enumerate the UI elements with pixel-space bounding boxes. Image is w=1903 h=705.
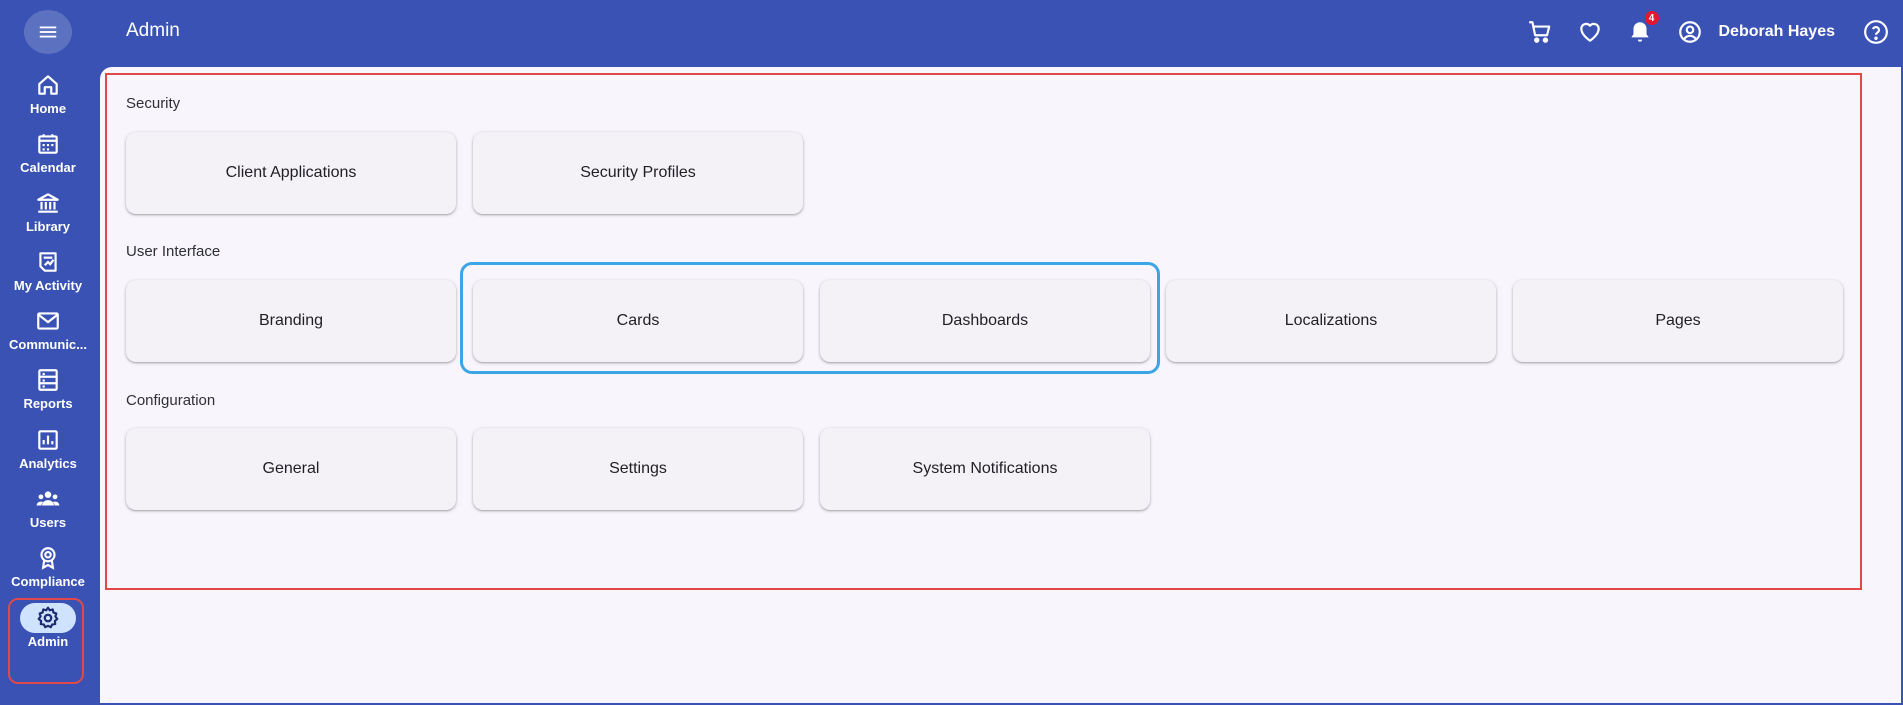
sidebar-item-label: My Activity: [13, 278, 83, 293]
sidebar-item-label: Reports: [23, 396, 73, 411]
sidebar-item-library[interactable]: Library: [0, 188, 96, 244]
sidebar-item-label: Communic...: [8, 337, 87, 352]
analytics-icon: [20, 425, 76, 455]
header-actions: 4 Deborah Hayes: [1515, 0, 1903, 64]
sidebar-item-analytics[interactable]: Analytics: [0, 425, 96, 481]
cards-card[interactable]: Cards: [473, 280, 803, 362]
security-profiles-card[interactable]: Security Profiles: [473, 132, 803, 214]
calendar-icon: [20, 129, 76, 159]
activity-icon: [20, 247, 76, 277]
main-content: Security Client Applications Security Pr…: [100, 67, 1901, 703]
branding-card[interactable]: Branding: [126, 280, 456, 362]
app-window: Home Calendar Library My Activity Commun: [0, 0, 1903, 705]
sidebar-item-communications[interactable]: Communic...: [0, 306, 96, 362]
reports-icon: [20, 365, 76, 395]
cart-icon: [1528, 21, 1550, 43]
sidebar-item-reports[interactable]: Reports: [0, 365, 96, 421]
admin-highlight-box: [8, 598, 84, 684]
cart-button[interactable]: [1525, 17, 1555, 47]
users-icon: [20, 484, 76, 514]
client-applications-card[interactable]: Client Applications: [126, 132, 456, 214]
heart-icon: [1579, 22, 1600, 42]
section-title-user-interface: User Interface: [126, 243, 221, 260]
top-app-bar: Admin 4 Deborah Hayes: [96, 0, 1903, 66]
section-title-configuration: Configuration: [126, 392, 216, 409]
user-name[interactable]: Deborah Hayes: [1719, 23, 1836, 41]
sidebar-item-label: Calendar: [20, 160, 76, 175]
home-icon: [20, 70, 76, 100]
mail-icon: [20, 306, 76, 336]
sidebar-item-label: Home: [29, 101, 67, 116]
sidebar-item-compliance[interactable]: Compliance: [0, 543, 96, 599]
dashboards-card[interactable]: Dashboards: [820, 280, 1150, 362]
settings-card[interactable]: Settings: [473, 428, 803, 510]
hamburger-menu-icon: [39, 26, 57, 38]
localizations-card[interactable]: Localizations: [1166, 280, 1496, 362]
library-icon: [20, 188, 76, 218]
system-notifications-card[interactable]: System Notifications: [820, 428, 1150, 510]
sidebar-item-users[interactable]: Users: [0, 484, 96, 540]
account-button[interactable]: [1675, 17, 1705, 47]
sidebar-item-label: Library: [25, 219, 71, 234]
pages-card[interactable]: Pages: [1513, 280, 1843, 362]
help-button[interactable]: [1861, 17, 1891, 47]
sidebar-item-my-activity[interactable]: My Activity: [0, 247, 96, 303]
general-card[interactable]: General: [126, 428, 456, 510]
account-circle-icon: [1678, 21, 1701, 43]
section-title-security: Security: [126, 95, 181, 112]
notifications-button[interactable]: 4: [1625, 11, 1659, 47]
sidebar-item-home[interactable]: Home: [0, 70, 96, 126]
sidebar-item-calendar[interactable]: Calendar: [0, 129, 96, 185]
compliance-icon: [20, 543, 76, 573]
sidebar-item-label: Analytics: [19, 456, 77, 471]
favorites-button[interactable]: [1575, 17, 1605, 47]
sidebar-item-label: Compliance: [11, 574, 85, 589]
page-title: Admin: [126, 20, 180, 41]
notification-badge: 4: [1644, 11, 1659, 25]
sidebar: Home Calendar Library My Activity Commun: [0, 0, 96, 705]
sidebar-item-label: Users: [29, 515, 67, 530]
help-icon: [1864, 20, 1888, 44]
menu-button[interactable]: [24, 10, 72, 54]
